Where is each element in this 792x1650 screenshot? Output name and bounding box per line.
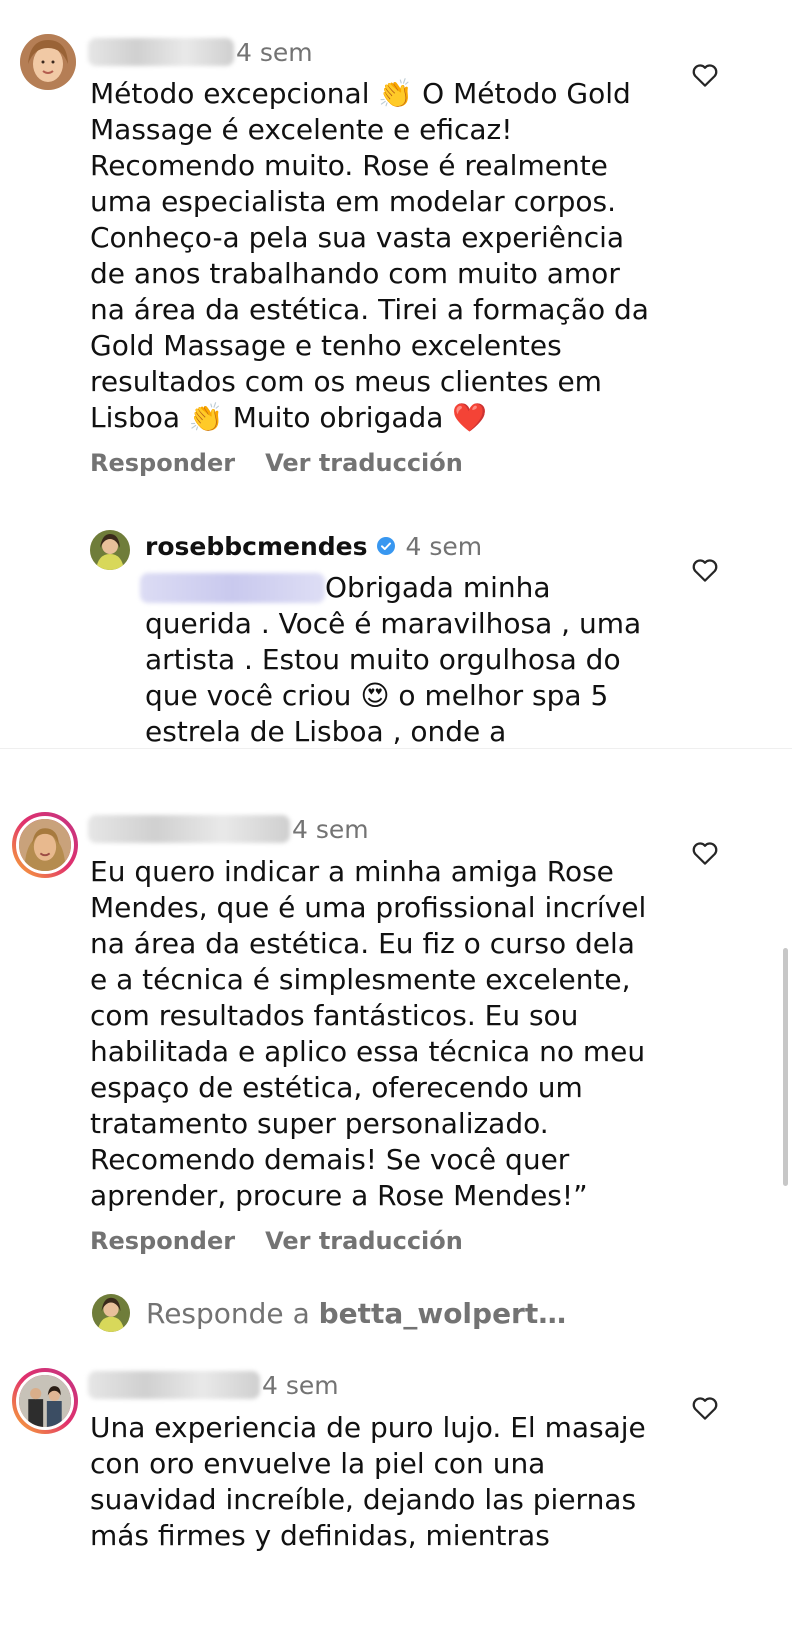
comment-time: 4 sem — [236, 37, 313, 67]
avatar[interactable] — [20, 34, 76, 90]
scrollbar[interactable] — [783, 948, 788, 1186]
username-blurred[interactable] — [88, 38, 234, 66]
avatar-photo — [20, 34, 76, 90]
avatar-with-story-ring[interactable] — [12, 1368, 78, 1434]
view-replies-prefix: Responde a — [146, 1296, 319, 1330]
comment-text: Método excepcional 👏 O Método Gold Massa… — [90, 77, 649, 434]
like-heart-icon[interactable] — [690, 1393, 720, 1423]
comment-time: 4 sem — [292, 814, 369, 844]
username-blurred[interactable] — [88, 815, 290, 843]
divider — [0, 748, 792, 749]
avatar-photo — [90, 530, 130, 570]
avatar[interactable] — [90, 530, 130, 570]
verified-badge-icon — [376, 536, 396, 556]
like-heart-icon[interactable] — [690, 838, 720, 868]
avatar-photo — [92, 1294, 130, 1332]
view-replies-name: betta_wolpert… — [318, 1296, 567, 1330]
translate-button[interactable]: Ver traducción — [265, 449, 463, 477]
avatar-with-story-ring[interactable] — [12, 812, 78, 878]
reply-username[interactable]: rosebbcmendes — [145, 532, 368, 561]
comment-time: 4 sem — [262, 1370, 339, 1400]
reply-time: 4 sem — [405, 531, 483, 561]
avatar-photo — [19, 1375, 71, 1427]
view-replies-link[interactable]: Responde a betta_wolpert… — [92, 1294, 566, 1332]
comment-text: Una experiencia de puro lujo. El masaje … — [90, 1411, 646, 1552]
like-heart-icon[interactable] — [690, 555, 720, 585]
reply-button[interactable]: Responder — [90, 1227, 235, 1255]
reply-text: Obrigada minha querida . Você é maravilh… — [145, 571, 642, 748]
reply-button[interactable]: Responder — [90, 449, 235, 477]
avatar-photo — [19, 819, 71, 871]
comment-text: Eu quero indicar a minha amiga Rose Mend… — [90, 855, 647, 1212]
like-heart-icon[interactable] — [690, 60, 720, 90]
translate-button[interactable]: Ver traducción — [265, 1227, 463, 1255]
avatar — [92, 1294, 130, 1332]
username-blurred[interactable] — [88, 1371, 260, 1399]
